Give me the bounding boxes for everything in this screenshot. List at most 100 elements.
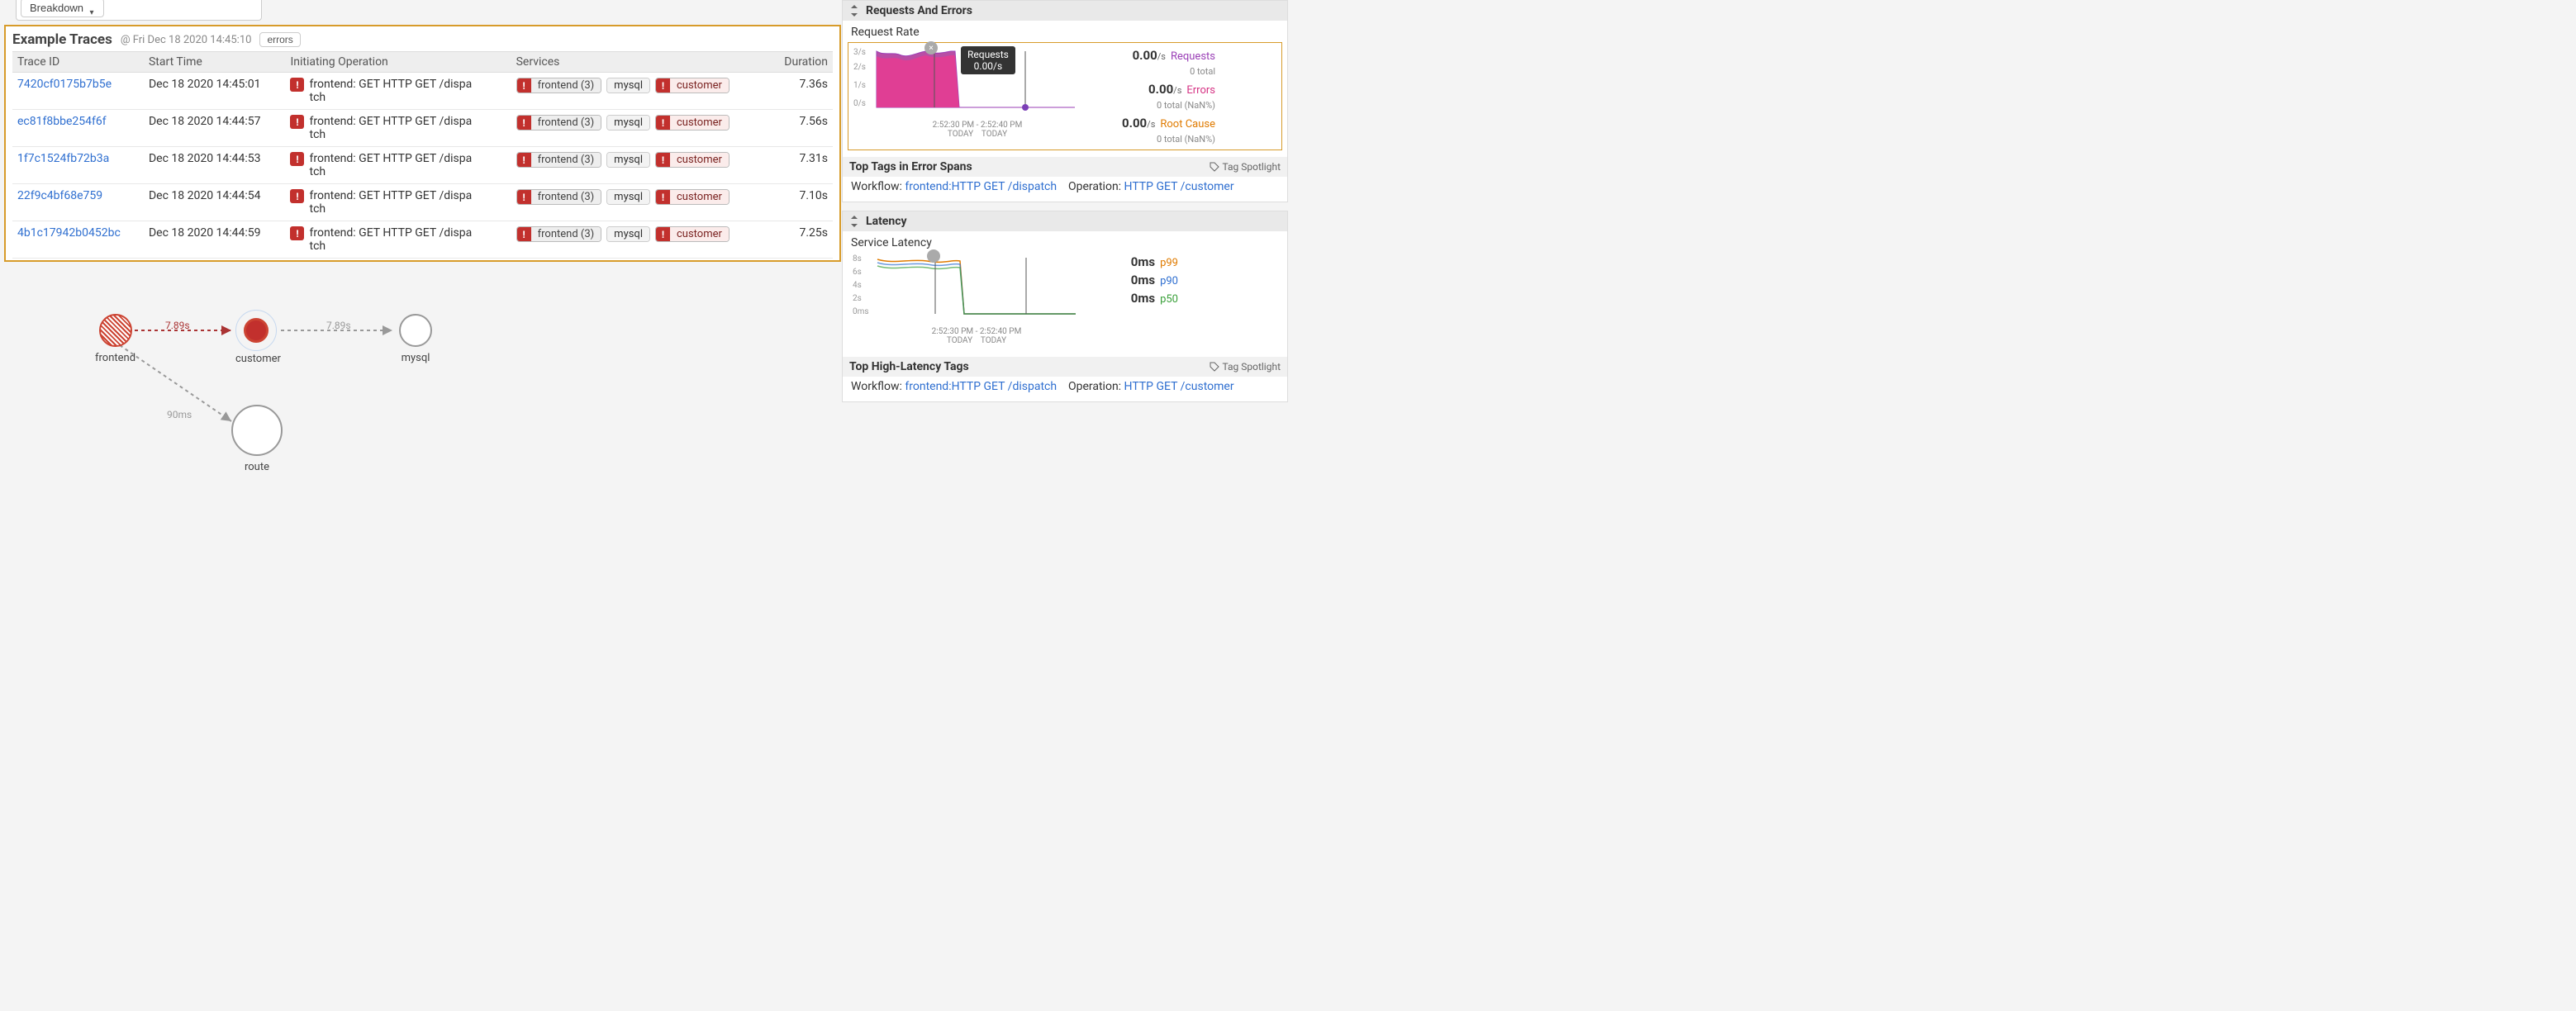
root-val: 0.00 xyxy=(1122,116,1147,131)
operation-text: frontend: GET HTTP GET /dispatch xyxy=(309,115,474,141)
errors-unit: /s xyxy=(1173,85,1181,96)
xtick-sub: TODAY xyxy=(981,336,1006,345)
tag-spotlight-link[interactable]: Tag Spotlight xyxy=(1210,161,1281,173)
top-high-latency-tags-header: Top High-Latency Tags Tag Spotlight xyxy=(843,357,1287,377)
workflow-operation-line: Workflow: frontend:HTTP GET /dispatch Op… xyxy=(843,177,1287,202)
chip-label: frontend (3) xyxy=(531,78,601,93)
trace-id-link[interactable]: 4b1c17942b0452bc xyxy=(17,226,121,240)
chart-tooltip: Requests 0.00/s xyxy=(961,46,1015,74)
p90-name[interactable]: p90 xyxy=(1160,275,1178,287)
close-marker-icon[interactable]: × xyxy=(924,41,938,55)
workflow-link[interactable]: frontend:HTTP GET /dispatch xyxy=(905,380,1057,393)
service-chip-mysql[interactable]: mysql xyxy=(606,152,650,168)
ytick: 0/s xyxy=(853,99,866,108)
errors-sub: 0 total (NaN%) xyxy=(1091,100,1215,111)
service-latency-chart[interactable]: 8s 6s 4s 2s 0ms 2:52:30 PM - 2:52:40 PM … xyxy=(853,254,1076,345)
service-chip-mysql[interactable]: mysql xyxy=(606,115,650,131)
start-time: Dec 18 2020 14:44:53 xyxy=(144,147,286,184)
service-node-mysql[interactable]: mysql xyxy=(399,314,432,364)
p50-val: 0ms xyxy=(1131,291,1155,306)
tag-spotlight-link[interactable]: Tag Spotlight xyxy=(1210,361,1281,373)
edge-label-3: 90ms xyxy=(167,409,192,420)
table-row: 7420cf0175b7b5eDec 18 2020 14:45:01!fron… xyxy=(12,73,833,110)
traces-title: Example Traces xyxy=(12,31,112,48)
service-chip-customer[interactable]: !customer xyxy=(655,226,730,242)
trace-id-link[interactable]: 1f7c1524fb72b3a xyxy=(17,152,109,165)
error-icon: ! xyxy=(290,115,304,129)
request-rate-chart[interactable]: 3/s 2/s 1/s 0/s × Requests 0.00/s 2:52:3… xyxy=(853,48,1077,139)
service-chip-customer[interactable]: !customer xyxy=(655,189,730,205)
latency-header[interactable]: Latency xyxy=(843,211,1287,231)
chip-label: mysql xyxy=(607,153,649,167)
chevron-down-icon xyxy=(88,5,95,12)
ytick: 6s xyxy=(853,268,862,277)
traces-header: Example Traces @ Fri Dec 18 2020 14:45:1… xyxy=(12,31,833,48)
service-chip-customer[interactable]: !customer xyxy=(655,78,730,93)
requests-errors-panel: Requests And Errors Request Rate 3/s 2/s… xyxy=(842,0,1288,202)
service-chip-mysql[interactable]: mysql xyxy=(606,226,650,242)
error-icon: ! xyxy=(656,190,670,204)
mysql-icon xyxy=(399,314,432,347)
col-start-time[interactable]: Start Time xyxy=(144,52,286,73)
xtick-sub: TODAY xyxy=(948,130,973,139)
service-chip-mysql[interactable]: mysql xyxy=(606,78,650,93)
trace-id-link[interactable]: 22f9c4bf68e759 xyxy=(17,189,102,202)
errors-name[interactable]: Errors xyxy=(1186,84,1215,97)
p50-name[interactable]: p50 xyxy=(1160,293,1178,306)
duration: 7.10s xyxy=(771,184,833,221)
tooltip-value: 0.00/s xyxy=(967,60,1009,72)
workflow-label: Workflow: xyxy=(851,180,902,193)
requests-val: 0.00 xyxy=(1133,48,1157,63)
errors-filter-pill[interactable]: errors xyxy=(259,32,300,47)
collapse-icon xyxy=(849,5,859,17)
workflow-link[interactable]: frontend:HTTP GET /dispatch xyxy=(905,180,1057,193)
operation-link[interactable]: HTTP GET /customer xyxy=(1124,380,1234,393)
service-chip-frontend[interactable]: !frontend (3) xyxy=(516,189,602,205)
operation-label: Operation: xyxy=(1068,380,1121,393)
p99-name[interactable]: p99 xyxy=(1160,257,1178,269)
root-name[interactable]: Root Cause xyxy=(1160,118,1215,131)
service-map[interactable]: frontend customer mysql route 7.89s 7.89… xyxy=(45,314,492,496)
trace-id-link[interactable]: ec81f8bbe254f6f xyxy=(17,115,107,128)
service-chip-customer[interactable]: !customer xyxy=(655,115,730,131)
requests-errors-header[interactable]: Requests And Errors xyxy=(843,1,1287,21)
service-chip-frontend[interactable]: !frontend (3) xyxy=(516,152,602,168)
service-node-customer[interactable]: customer xyxy=(235,310,281,365)
service-chip-frontend[interactable]: !frontend (3) xyxy=(516,78,602,93)
col-duration[interactable]: Duration xyxy=(771,52,833,73)
service-chip-mysql[interactable]: mysql xyxy=(606,189,650,205)
col-trace-id[interactable]: Trace ID xyxy=(12,52,144,73)
operation-text: frontend: GET HTTP GET /dispatch xyxy=(309,78,474,104)
operation-link[interactable]: HTTP GET /customer xyxy=(1124,180,1234,193)
col-services[interactable]: Services xyxy=(511,52,771,73)
traces-table: Trace ID Start Time Initiating Operation… xyxy=(12,51,833,259)
error-icon: ! xyxy=(290,226,304,240)
tag-icon xyxy=(1210,162,1219,172)
tooltip-title: Requests xyxy=(967,49,1009,60)
requests-sub: 0 total xyxy=(1091,66,1215,77)
chip-label: frontend (3) xyxy=(531,227,601,241)
chip-label: mysql xyxy=(607,227,649,241)
root-sub: 0 total (NaN%) xyxy=(1091,134,1215,145)
customer-icon xyxy=(235,310,277,351)
route-icon xyxy=(231,405,283,456)
service-node-frontend[interactable]: frontend xyxy=(95,314,135,364)
chip-label: customer xyxy=(670,227,729,241)
error-icon: ! xyxy=(290,189,304,203)
col-initiating-op[interactable]: Initiating Operation xyxy=(285,52,511,73)
xticks: 2:52:30 PM - 2:52:40 PM TODAY TODAY xyxy=(878,121,1077,139)
breakdown-dropdown[interactable]: Breakdown xyxy=(21,0,104,17)
table-row: 1f7c1524fb72b3a Dec 18 2020 14:44:53 !fron… xyxy=(12,147,833,184)
operation-text: frontend: GET HTTP GET /dispatch xyxy=(309,152,474,178)
service-chip-frontend[interactable]: !frontend (3) xyxy=(516,115,602,131)
trace-id-link[interactable]: 7420cf0175b7b5e xyxy=(17,78,112,91)
request-rate-box: 3/s 2/s 1/s 0/s × Requests 0.00/s 2:52:3… xyxy=(848,42,1282,150)
ytick: 4s xyxy=(853,281,862,290)
latency-title: Latency xyxy=(866,215,907,228)
xtick-right: 2:52:40 PM xyxy=(980,327,1021,336)
requests-name[interactable]: Requests xyxy=(1171,50,1215,63)
error-icon: ! xyxy=(517,78,531,93)
service-chip-customer[interactable]: !customer xyxy=(655,152,730,168)
service-node-route[interactable]: route xyxy=(231,405,283,473)
service-chip-frontend[interactable]: !frontend (3) xyxy=(516,226,602,242)
